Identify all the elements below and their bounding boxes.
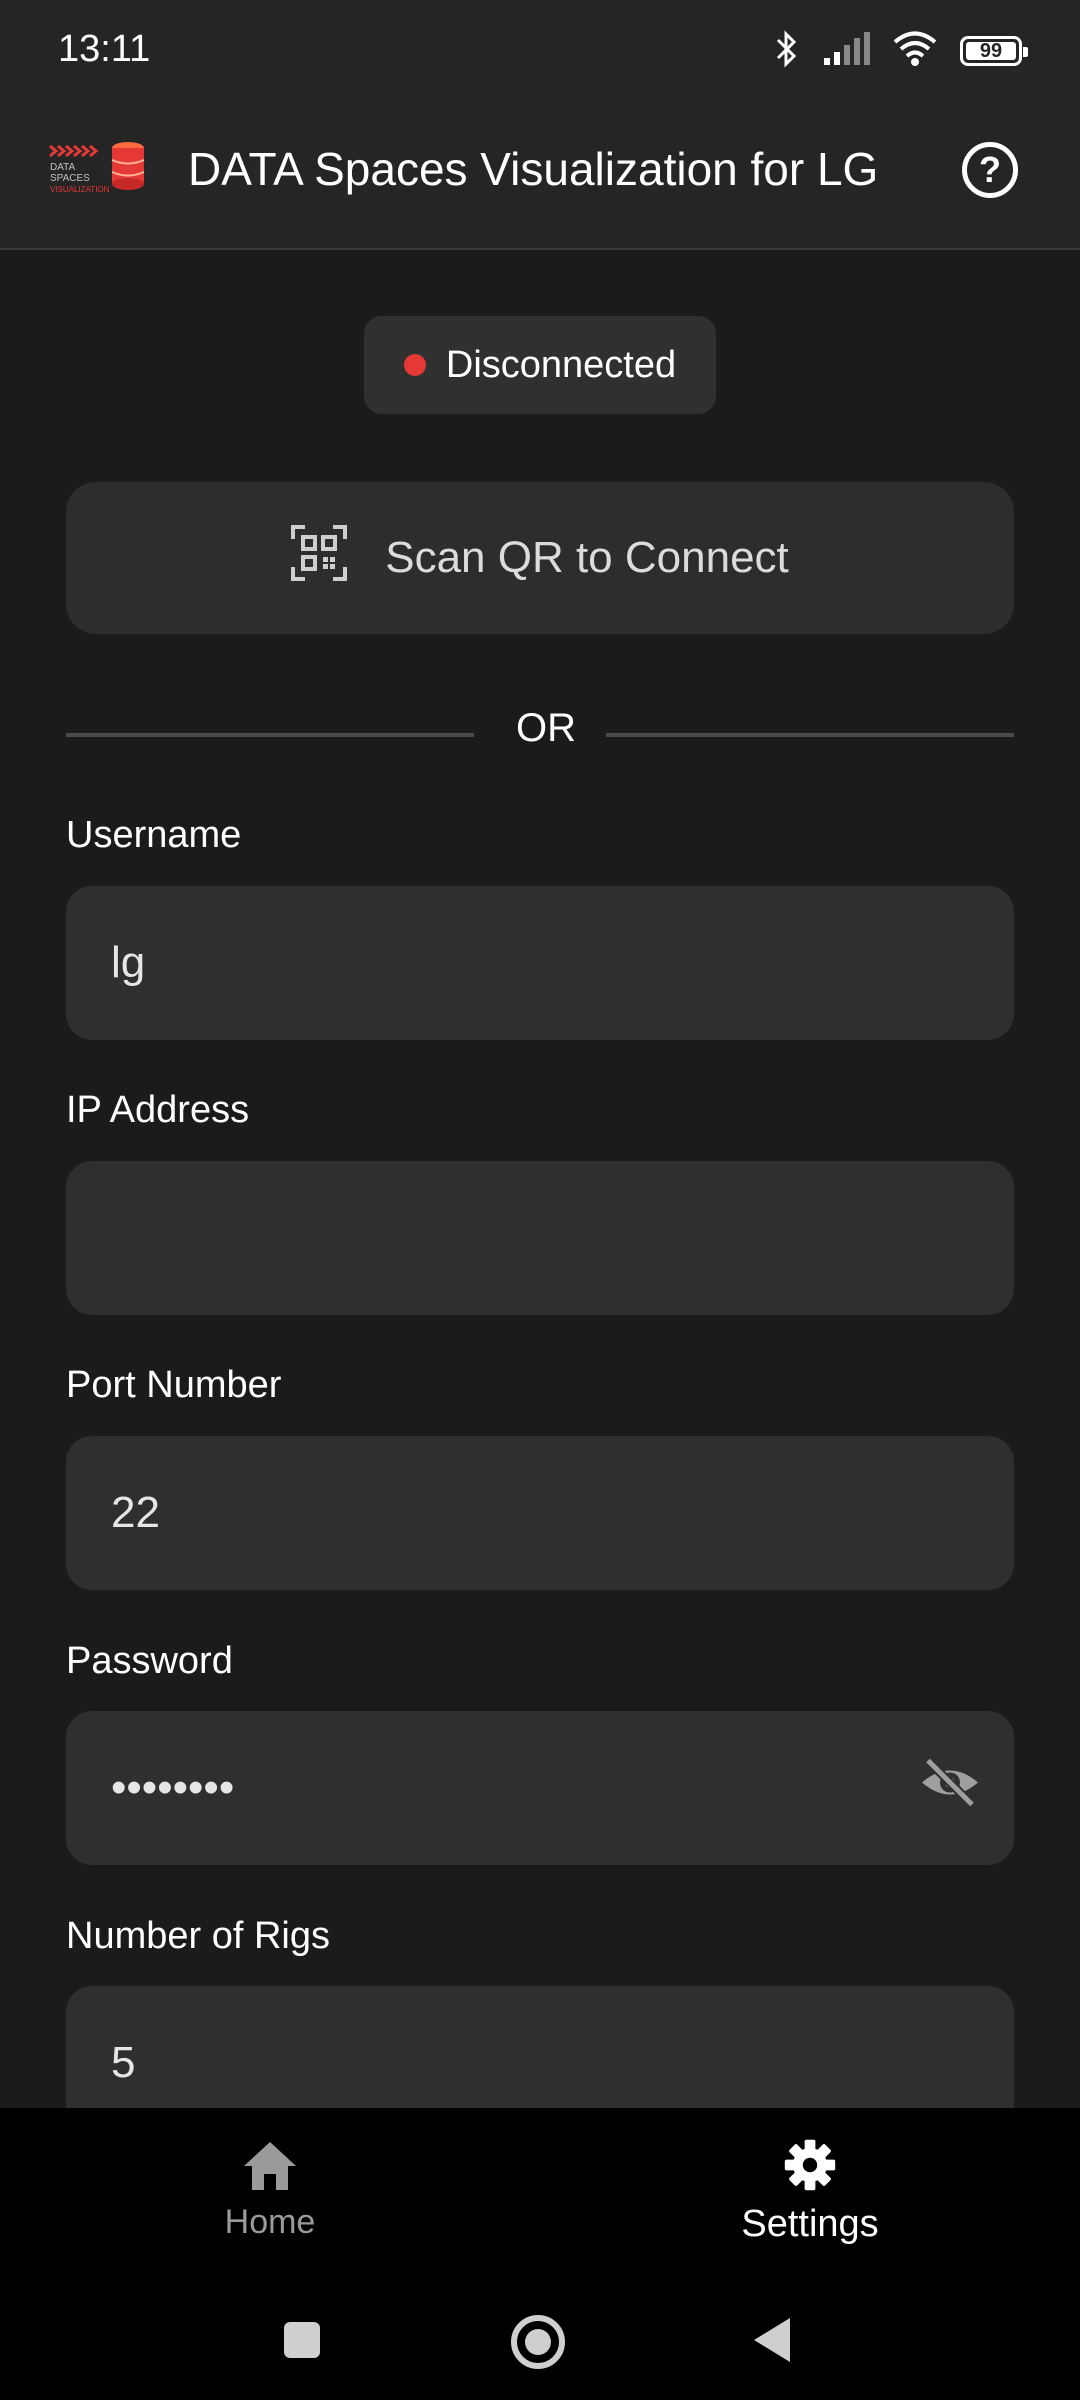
nav-settings[interactable]: Settings (660, 2138, 960, 2246)
home-icon (240, 2142, 300, 2196)
bottom-navigation: Home Settings (0, 2108, 1080, 2400)
password-value: •••••••• (111, 1763, 235, 1812)
svg-text:SPACES: SPACES (50, 173, 90, 184)
wifi-icon (892, 31, 938, 72)
svg-text:DATA: DATA (50, 162, 76, 173)
recents-button[interactable] (282, 2320, 322, 2365)
port-number-value: 22 (111, 1488, 160, 1537)
app-logo: DATA SPACES VISUALIZATION (48, 140, 148, 200)
port-number-label: Port Number (66, 1364, 282, 1406)
connection-status-text: Disconnected (445, 343, 677, 386)
or-divider: OR (66, 702, 1014, 762)
status-dot-icon (403, 354, 426, 376)
signal-icon (822, 31, 870, 71)
system-navigation-bar (0, 2290, 1080, 2390)
username-label: Username (66, 814, 242, 856)
app-bar: DATA SPACES VISUALIZATION DATA Spaces Vi… (0, 100, 1080, 250)
scan-qr-button[interactable]: Scan QR to Connect (66, 482, 1014, 634)
bluetooth-icon (774, 29, 800, 74)
rigs-label: Number of Rigs (66, 1915, 330, 1957)
status-icons: 99 (774, 28, 1028, 74)
username-field[interactable]: lg (66, 886, 1014, 1040)
battery-icon: 99 (960, 36, 1028, 66)
connection-status-badge: Disconnected (364, 316, 716, 414)
port-number-field[interactable]: 22 (66, 1436, 1014, 1590)
nav-settings-label: Settings (741, 2203, 879, 2245)
svg-text:VISUALIZATION: VISUALIZATION (50, 185, 110, 194)
scan-qr-label: Scan QR to Connect (385, 533, 789, 582)
nav-home[interactable]: Home (120, 2138, 420, 2242)
back-button[interactable] (752, 2316, 792, 2369)
divider-line-left (66, 733, 474, 737)
ip-address-field[interactable] (66, 1161, 1014, 1315)
or-text: OR (516, 706, 576, 750)
visibility-off-icon[interactable] (918, 1755, 982, 1822)
username-value: lg (111, 938, 146, 987)
password-field[interactable]: •••••••• (66, 1711, 1014, 1865)
battery-level: 99 (979, 39, 1003, 62)
status-bar: 13:11 99 (0, 0, 1080, 100)
help-button[interactable]: ? (962, 142, 1018, 198)
app-title: DATA Spaces Visualization for LG (188, 143, 879, 195)
divider-line-right (606, 733, 1014, 737)
password-label: Password (66, 1640, 233, 1682)
help-icon: ? (979, 149, 1001, 190)
qr-code-icon (291, 524, 348, 592)
ip-address-label: IP Address (66, 1089, 250, 1131)
rigs-value: 5 (111, 2038, 136, 2087)
nav-home-label: Home (224, 2203, 316, 2241)
home-system-button[interactable] (510, 2314, 566, 2375)
status-time: 13:11 (58, 28, 151, 70)
gear-icon (780, 2139, 840, 2196)
